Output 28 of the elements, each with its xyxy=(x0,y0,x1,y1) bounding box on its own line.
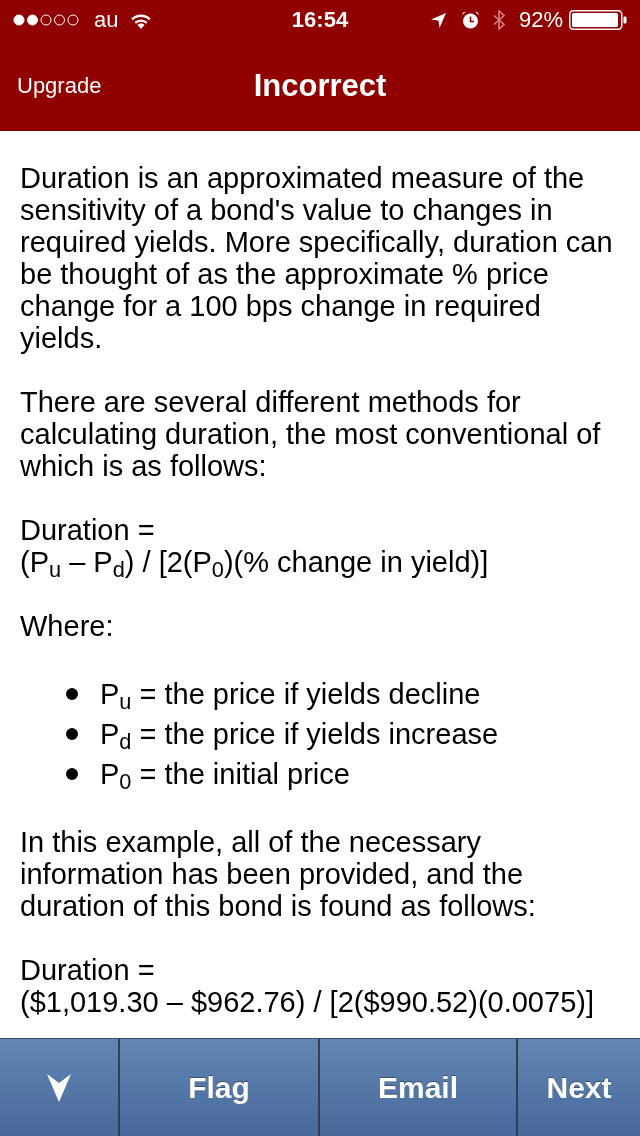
formula-line: (P$_{u}$ – P$_{d}$) / [2(P$_{0}$)(% change in yield)] xyxy=(20,546,490,578)
screen-title: Incorrect xyxy=(253,70,387,101)
explanation-paragraph: Where: xyxy=(20,610,115,642)
definition-item: P$_{u}$ = the price if yields decline xyxy=(100,678,481,710)
toolbar-button[interactable]: Next xyxy=(516,1039,640,1136)
toolbar-button[interactable]: Flag xyxy=(118,1039,318,1136)
signal-dots-icon xyxy=(13,14,79,26)
location-arrow-icon xyxy=(430,12,446,28)
battery-percentage: 92% xyxy=(518,9,563,31)
explanation-paragraph: In this example, all of the necessary information has been provided, and the duration of this bond is found as follows: xyxy=(20,826,537,922)
bullet-icon xyxy=(66,728,78,740)
definition-item: P$_{0}$ = the initial price xyxy=(100,758,350,790)
formula-line: ($1,019.30 – $962.76) / [2($990.52)(0.0075)] xyxy=(20,986,595,1018)
bullet-icon xyxy=(66,768,78,780)
alarm-clock-icon xyxy=(460,11,480,29)
battery-icon xyxy=(569,10,627,30)
status-time: 16:54 xyxy=(291,9,349,31)
down-arrowhead-icon xyxy=(47,1073,71,1102)
bluetooth-icon xyxy=(492,10,505,30)
upgrade-button[interactable]: Upgrade xyxy=(17,74,102,97)
formula-line: Duration = xyxy=(20,514,156,546)
explanation-paragraph: There are several different methods for calculating duration, the most conventional of which is as follows: xyxy=(20,386,602,482)
toolbar-button[interactable]: Email xyxy=(318,1039,516,1136)
bullet-icon xyxy=(66,688,78,700)
definition-item: P$_{d}$ = the price if yields increase xyxy=(100,718,499,750)
explanation-paragraph: Duration is an approximated measure of the sensitivity of a bond's value to changes in required yields. More specifically, duration can be thought of as the approximate % price change for a 100 bps change in required yields. xyxy=(20,162,614,354)
carrier-name: au xyxy=(94,9,119,31)
formula-line: Duration = xyxy=(20,954,156,986)
